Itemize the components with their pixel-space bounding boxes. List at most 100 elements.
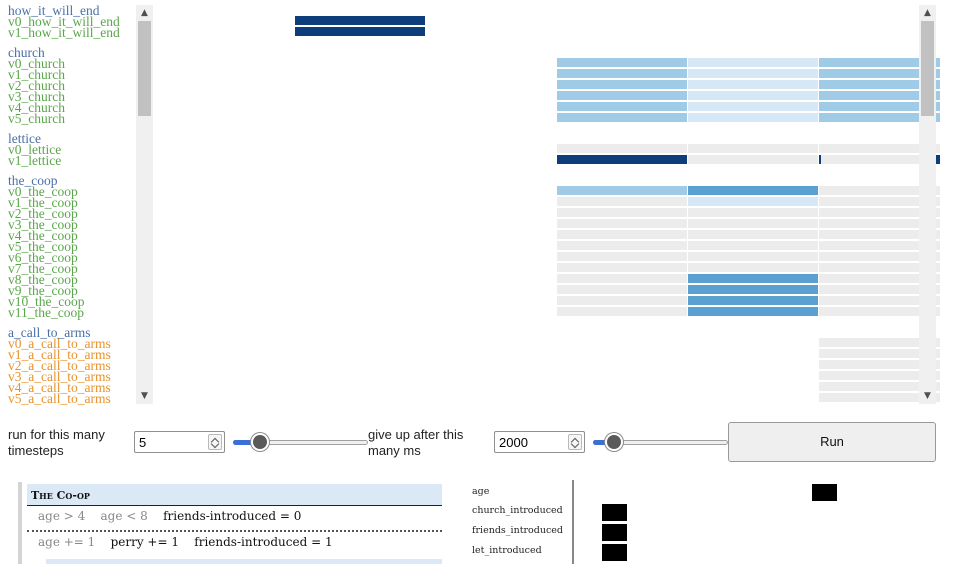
grid-cell [557, 230, 687, 239]
scrollbar-thumb[interactable] [921, 21, 934, 116]
spinner-arrows-icon[interactable] [568, 434, 582, 450]
grid-cell [557, 58, 687, 67]
condition: age > 4 [38, 509, 86, 523]
slider-knob[interactable] [605, 433, 623, 451]
grid-cell [688, 307, 818, 316]
version-label: v11_the_coop [8, 305, 84, 320]
version-label: v5_church [8, 111, 65, 126]
effect: friends-introduced = 1 [194, 535, 333, 549]
grid-cell [557, 186, 687, 195]
version-label: v1_how_it_will_end [8, 25, 120, 40]
grid-cell [821, 338, 920, 347]
grid-cell [688, 144, 818, 153]
effect: friends-introduced = 0 [163, 509, 302, 523]
grid-cell [557, 274, 687, 283]
grid-cell [688, 285, 818, 294]
grid-cell [295, 16, 425, 25]
label-scrollbar[interactable]: ▲ ▼ [136, 5, 153, 404]
grid-cell [557, 155, 687, 164]
grid-cell [688, 230, 818, 239]
activation-grid [155, 0, 940, 408]
grid-cell [557, 285, 687, 294]
scroll-down-arrow-icon[interactable]: ▼ [136, 388, 153, 404]
grid-cell [557, 80, 687, 89]
storylet-rule-card: The Co-op age > 4 age < 8 friends-introd… [18, 482, 442, 564]
grid-cell [688, 186, 818, 195]
grid-cell [688, 296, 818, 305]
variable-label-let-introduced: let_introduced [472, 545, 542, 556]
grid-cell [295, 27, 425, 36]
grid-cell [821, 360, 920, 369]
grid-cell [821, 155, 920, 164]
condition: age < 8 [100, 509, 148, 523]
version-label: v1_lettice [8, 153, 62, 168]
grid-cell [821, 393, 920, 402]
timesteps-value: 5 [139, 435, 147, 450]
grid-cell [557, 208, 687, 217]
grid-cell [821, 144, 920, 153]
grid-cell [688, 197, 818, 206]
variable-value-block [602, 544, 627, 561]
grid-cell [688, 113, 818, 122]
timesteps-input[interactable]: 5 [134, 431, 225, 453]
grid-cell [557, 69, 687, 78]
variable-label-age: age [472, 486, 490, 497]
grid-cell [688, 263, 818, 272]
grid-cell [688, 102, 818, 111]
grid-cell [688, 274, 818, 283]
grid-cell [688, 91, 818, 100]
variable-value-block [602, 524, 627, 541]
grid-cell [688, 252, 818, 261]
grid-cell [821, 371, 920, 380]
timeline-scrollbar[interactable]: ▲ ▼ [919, 5, 936, 404]
variable-label-church-introduced: church_introduced [472, 505, 563, 516]
grid-cell [688, 208, 818, 217]
grid-cell [557, 91, 687, 100]
grid-cell [688, 219, 818, 228]
giveup-slider[interactable] [593, 433, 728, 451]
storylet-timeline-panel: how_it_will_end v0_how_it_will_end v1_ho… [0, 0, 940, 408]
grid-cell [557, 113, 687, 122]
version-label: v5_a_call_to_arms [8, 391, 111, 406]
grid-cell [688, 58, 818, 67]
giveup-label: give up after this many ms [368, 427, 464, 458]
giveup-input[interactable]: 2000 [494, 431, 585, 453]
rule-row: age += 1 perry += 1 friends-introduced =… [38, 535, 333, 549]
grid-cell [557, 252, 687, 261]
timesteps-label: run for this many timesteps [8, 427, 105, 458]
giveup-value: 2000 [499, 435, 528, 450]
storylet-label-column: how_it_will_end v0_how_it_will_end v1_ho… [0, 0, 135, 408]
grid-cell [557, 102, 687, 111]
variable-value-block [812, 484, 837, 501]
grid-cell [557, 197, 687, 206]
scroll-up-arrow-icon[interactable]: ▲ [136, 5, 153, 21]
spinner-arrows-icon[interactable] [208, 434, 222, 450]
rule-card-title: The Co-op [31, 489, 90, 502]
effect: perry += 1 [110, 535, 179, 549]
variable-label-friends-introduced: friends_introduced [472, 525, 564, 536]
variable-value-block [602, 504, 627, 521]
grid-cell [821, 382, 920, 391]
timesteps-slider[interactable] [233, 433, 368, 451]
grid-cell [688, 69, 818, 78]
rule-separator [27, 530, 442, 532]
grid-cell [557, 241, 687, 250]
grid-cell [688, 241, 818, 250]
chart-divider [572, 480, 574, 564]
scrollbar-thumb[interactable] [138, 21, 151, 116]
scroll-down-arrow-icon[interactable]: ▼ [919, 388, 936, 404]
grid-cell [557, 307, 687, 316]
grid-cell [557, 144, 687, 153]
rule-card-header: The Co-op [27, 484, 442, 506]
grid-cell [557, 296, 687, 305]
rule-row: age > 4 age < 8 friends-introduced = 0 [38, 509, 301, 523]
slider-knob[interactable] [251, 433, 269, 451]
grid-cell [688, 155, 818, 164]
grid-cell [557, 219, 687, 228]
condition: age += 1 [38, 535, 96, 549]
scroll-up-arrow-icon[interactable]: ▲ [919, 5, 936, 21]
grid-cell [688, 80, 818, 89]
next-rule-card-edge [46, 559, 442, 564]
grid-cell [821, 349, 920, 358]
run-button[interactable]: Run [728, 422, 936, 462]
